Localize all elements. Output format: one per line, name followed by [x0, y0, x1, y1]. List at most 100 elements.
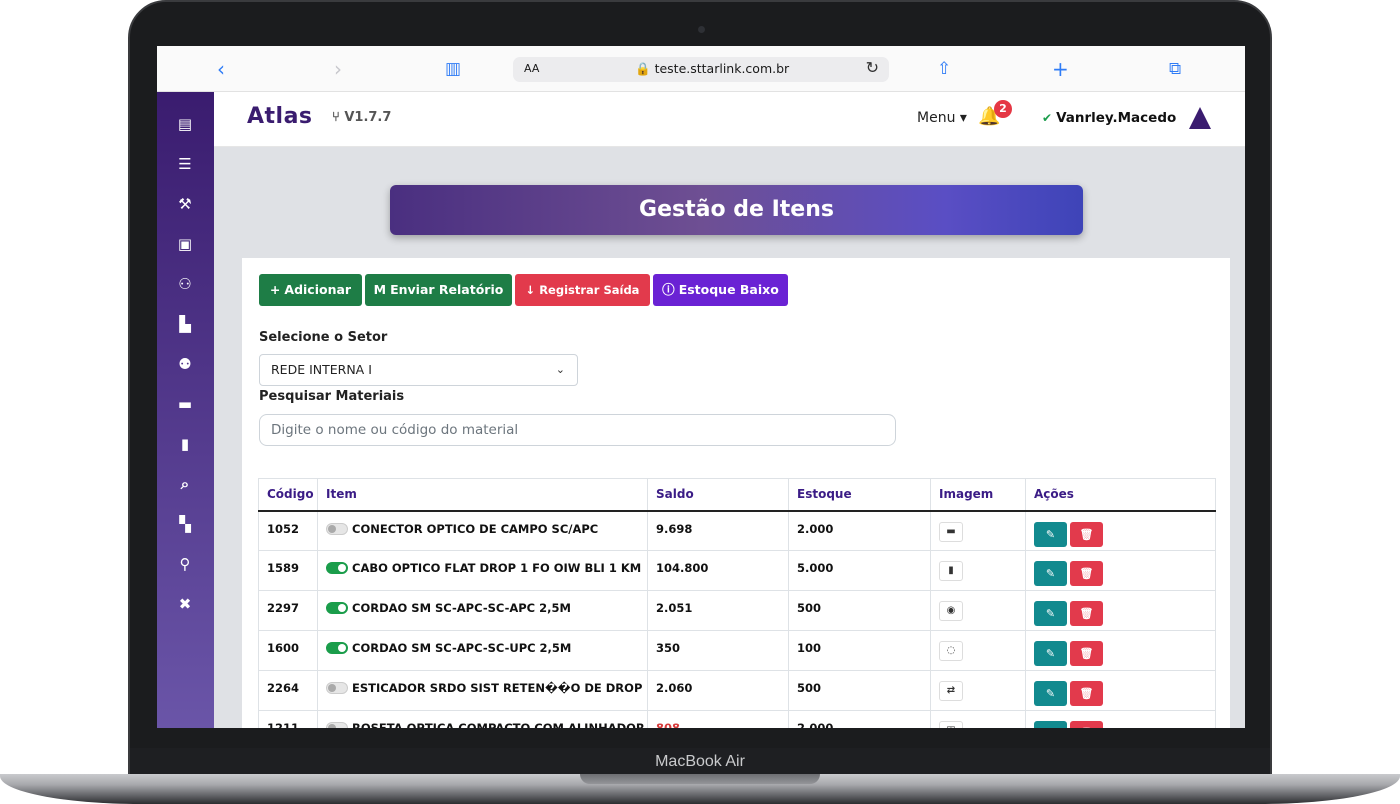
delete-button[interactable]: 🗑: [1070, 601, 1103, 626]
item-thumbnail[interactable]: ▬: [939, 521, 963, 542]
cell-estoque: 2.000: [788, 510, 931, 551]
camera-dot: [698, 26, 705, 33]
delete-button[interactable]: 🗑: [1070, 641, 1103, 666]
edit-button[interactable]: ✎: [1034, 561, 1067, 586]
sector-label: Selecione o Setor: [259, 330, 388, 345]
sidebar: ▤ ☰ ⚒ ▣ ⚇ ▙ ⚉ ▬ ▮ ⌕ ▚ ⚲ ✖: [157, 92, 214, 728]
app-logo[interactable]: Atlas: [247, 104, 313, 129]
chart-icon[interactable]: ▙: [175, 314, 195, 334]
active-toggle[interactable]: [326, 602, 348, 614]
cell-code: 1211: [258, 710, 318, 728]
col-saldo: Saldo: [647, 478, 789, 512]
cell-code: 2264: [258, 670, 318, 711]
sector-select[interactable]: REDE INTERNA I ⌄: [259, 354, 578, 386]
clipboard-icon[interactable]: ▮: [175, 434, 195, 454]
active-toggle[interactable]: [326, 642, 348, 654]
sitemap-icon[interactable]: ⚇: [175, 274, 195, 294]
notification-badge: 2: [994, 100, 1012, 118]
forward-icon[interactable]: ›: [334, 56, 342, 82]
active-toggle[interactable]: [326, 722, 348, 728]
cell-item: CORDAO SM SC-APC-SC-APC 2,5M: [352, 601, 571, 615]
item-thumbnail[interactable]: ◫: [939, 721, 963, 728]
screen: ‹ › ▥ AA 🔒 teste.sttarlink.com.br ↻ ⇧ + …: [157, 46, 1245, 728]
cell-item: ESTICADOR SRDO SIST RETEN��O DE DROP: [352, 681, 643, 695]
active-toggle[interactable]: [326, 562, 348, 574]
add-button[interactable]: + Adicionar: [259, 274, 362, 306]
boxes-icon[interactable]: ▚: [175, 514, 195, 534]
item-thumbnail[interactable]: ◌: [939, 641, 963, 661]
branch-icon: ⑂: [332, 110, 340, 125]
users-cog-icon[interactable]: ⚉: [175, 354, 195, 374]
user-menu[interactable]: ✔ Vanrley.Macedo: [1042, 110, 1176, 126]
search-input[interactable]: Digite o nome ou código do material: [259, 414, 896, 446]
item-thumbnail[interactable]: ◉: [939, 601, 963, 621]
table-row: 1052 CONECTOR OPTICO DE CAMPO SC/APC 9.698…: [258, 510, 1216, 551]
cell-code: 1600: [258, 630, 318, 671]
active-toggle[interactable]: [326, 522, 348, 535]
table-row: 1600 CORDAO SM SC-APC-SC-UPC 2,5M 350 100 ◌ ✎…: [258, 630, 1216, 671]
cell-saldo: 104.800: [647, 550, 789, 591]
search-icon[interactable]: ⌕: [175, 474, 195, 494]
edit-button[interactable]: ✎: [1034, 681, 1067, 706]
edit-button[interactable]: ✎: [1034, 641, 1067, 666]
col-image: Imagem: [930, 478, 1026, 512]
user-plus-icon[interactable]: ⚲: [175, 554, 195, 574]
table-row: 2297 CORDAO SM SC-APC-SC-APC 2,5M 2.051 500…: [258, 590, 1216, 631]
bookmarks-icon[interactable]: ▥: [445, 56, 461, 82]
laptop-notch: [580, 774, 820, 784]
delete-button[interactable]: 🗑: [1070, 561, 1103, 586]
menu-dropdown[interactable]: Menu ▾: [917, 110, 967, 126]
edit-button[interactable]: ✎: [1034, 521, 1067, 547]
table-row: 1211 ROSETA OPTICA COMPACTO COM ALINHADOR…: [258, 710, 1216, 728]
table-header-row: Código Item Saldo Estoque Imagem Ações: [258, 478, 1216, 512]
cell-saldo: 2.060: [647, 670, 789, 711]
cell-item: CABO OPTICO FLAT DROP 1 FO OIW BLI 1 KM: [352, 561, 642, 575]
cell-saldo: 350: [647, 630, 789, 671]
inbox-icon[interactable]: ▣: [175, 234, 195, 254]
table-row: 2264 ESTICADOR SRDO SIST RETEN��O DE DROP…: [258, 670, 1216, 711]
active-toggle[interactable]: [326, 682, 348, 694]
col-actions: Ações: [1025, 478, 1216, 512]
dolly-icon[interactable]: ⚒: [175, 194, 195, 214]
col-estoque: Estoque: [788, 478, 931, 512]
cell-estoque: 2.000: [788, 710, 931, 728]
delete-button[interactable]: 🗑: [1070, 521, 1103, 547]
share-icon[interactable]: ⇧: [937, 56, 951, 82]
item-thumbnail[interactable]: ▮: [939, 561, 963, 581]
cell-estoque: 500: [788, 670, 931, 711]
edit-button[interactable]: ✎: [1034, 601, 1067, 626]
tabs-icon[interactable]: ⧉: [1169, 56, 1181, 82]
toolbox-icon[interactable]: ▬: [175, 394, 195, 414]
send-report-button[interactable]: M Enviar Relatório: [365, 274, 512, 306]
item-thumbnail[interactable]: ⇄: [939, 681, 963, 701]
col-item: Item: [317, 478, 648, 512]
cell-estoque: 100: [788, 630, 931, 671]
tools-icon[interactable]: ✖: [175, 594, 195, 614]
delete-button[interactable]: 🗑: [1070, 681, 1103, 706]
app-version: V1.7.7: [344, 110, 392, 125]
edit-button[interactable]: ✎: [1034, 721, 1067, 728]
text-size-button[interactable]: AA: [524, 62, 539, 75]
address-bar[interactable]: AA 🔒 teste.sttarlink.com.br ↻: [513, 57, 889, 82]
atlas-mark-icon: [1189, 107, 1211, 129]
cell-code: 1589: [258, 550, 318, 591]
checklist-icon[interactable]: ☰: [175, 154, 195, 174]
table-row: 1589 CABO OPTICO FLAT DROP 1 FO OIW BLI 1…: [258, 550, 1216, 591]
reload-icon[interactable]: ↻: [866, 58, 879, 77]
new-tab-icon[interactable]: +: [1052, 56, 1069, 82]
cell-estoque: 500: [788, 590, 931, 631]
cell-estoque: 5.000: [788, 550, 931, 591]
content-card: + Adicionar M Enviar Relatório ↓ Registrar …: [242, 258, 1230, 728]
cell-item: CONECTOR OPTICO DE CAMPO SC/APC: [352, 521, 599, 536]
cell-item: ROSETA OPTICA COMPACTO COM ALINHADOR: [352, 721, 645, 728]
register-exit-button[interactable]: ↓ Registrar Saída: [515, 274, 650, 306]
check-circle-icon: ✔: [1042, 111, 1053, 125]
low-stock-button[interactable]: ⓘ Estoque Baixo: [653, 274, 788, 306]
items-table: Código Item Saldo Estoque Imagem Ações 1…: [258, 478, 1216, 728]
app-header: Atlas ⑂ V1.7.7 Menu ▾ 🔔 2 ✔ Vanrley.Maced…: [214, 92, 1245, 147]
browser-toolbar: ‹ › ▥ AA 🔒 teste.sttarlink.com.br ↻ ⇧ + …: [157, 46, 1245, 92]
back-icon[interactable]: ‹: [217, 56, 225, 82]
building-icon[interactable]: ▤: [175, 114, 195, 134]
delete-button[interactable]: 🗑: [1070, 721, 1103, 728]
cell-saldo: 2.051: [647, 590, 789, 631]
